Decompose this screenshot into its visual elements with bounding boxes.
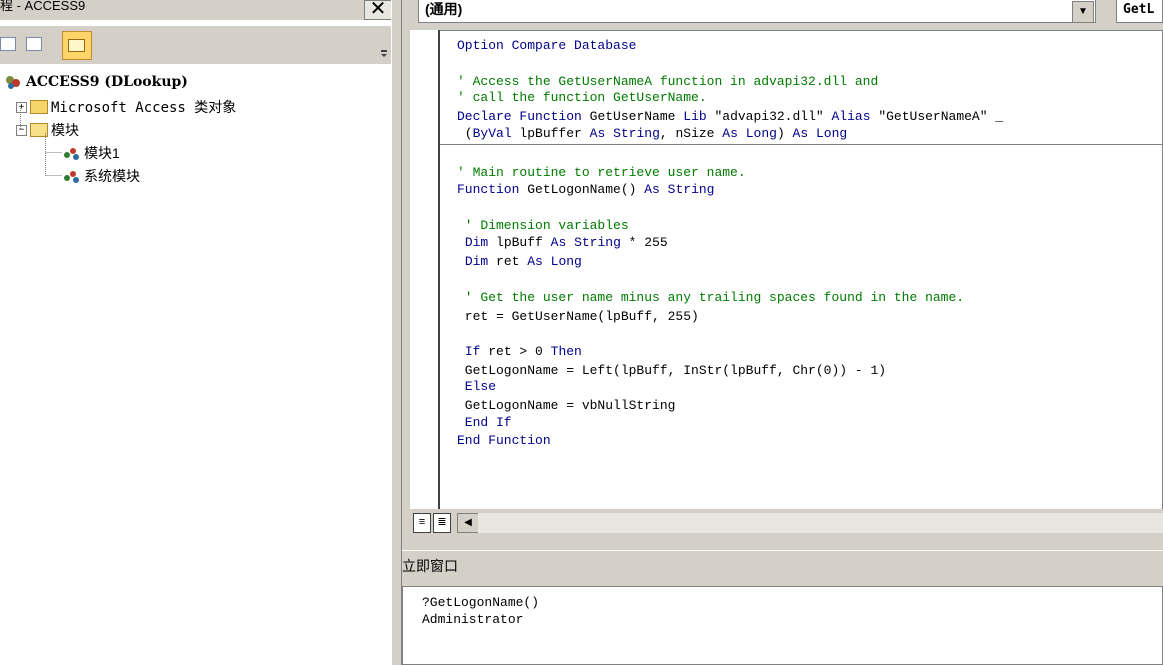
view-object-icon[interactable] bbox=[26, 37, 42, 51]
code-line: GetLogonName = Left(lpBuff, InStr(lpBuff… bbox=[457, 363, 887, 378]
immediate-window-titlebar bbox=[402, 550, 1163, 578]
chevron-down-icon[interactable]: ▼ bbox=[1072, 1, 1094, 23]
project-explorer-title: 程 - ACCESS9 bbox=[0, 0, 86, 13]
scroll-left-button[interactable]: ◀ bbox=[457, 513, 479, 533]
code-line: GetLogonName = vbNullString bbox=[457, 398, 676, 413]
project-icon bbox=[4, 74, 22, 90]
object-combobox[interactable]: (通用) bbox=[418, 0, 1096, 23]
folder-icon bbox=[68, 39, 85, 52]
close-project-explorer-button[interactable]: ✕ bbox=[364, 0, 392, 20]
tree-node-module2[interactable]: 系统模块 bbox=[64, 166, 140, 186]
code-line: ' call the function GetUserName. bbox=[457, 90, 707, 105]
code-line: ' Dimension variables bbox=[457, 218, 629, 233]
code-line: (ByVal lpBuffer As String, nSize As Long… bbox=[457, 126, 848, 141]
code-line: ' Get the user name minus any trailing s… bbox=[457, 290, 965, 305]
immediate-line: ?GetLogonName() bbox=[422, 595, 540, 610]
code-line: Function GetLogonName() As String bbox=[457, 182, 715, 197]
tree-module2-label: 系统模块 bbox=[84, 168, 140, 184]
procedure-combobox[interactable]: GetL bbox=[1116, 0, 1163, 23]
code-line: Dim lpBuff As String * 255 bbox=[464, 235, 668, 250]
module-icon bbox=[64, 146, 80, 160]
code-line: ' Main routine to retrieve user name. bbox=[457, 165, 746, 180]
code-line: Declare Function GetUserName Lib "advapi… bbox=[457, 109, 1004, 124]
code-margin-indicator-bar[interactable] bbox=[410, 30, 440, 510]
project-explorer-toolbar bbox=[0, 26, 391, 64]
toolbar-overflow-icon[interactable] bbox=[378, 38, 390, 60]
procedure-view-button[interactable]: ≡ bbox=[413, 513, 431, 533]
module-icon bbox=[64, 169, 80, 183]
tree-connector-lines bbox=[20, 108, 62, 176]
code-line: ' Access the GetUserNameA function in ad… bbox=[457, 74, 879, 89]
tree-class-objects-label: Microsoft Access 类对象 bbox=[51, 100, 237, 116]
code-line: End Function bbox=[457, 433, 551, 448]
code-line: Dim ret As Long bbox=[464, 254, 582, 269]
code-line: ret = GetUserName(lpBuff, 255) bbox=[457, 309, 699, 324]
view-code-icon[interactable] bbox=[0, 37, 16, 51]
code-line: Else bbox=[457, 379, 497, 394]
project-explorer-titlebar: 程 - ACCESS9 bbox=[0, 0, 391, 20]
tree-node-module1[interactable]: 模块1 bbox=[64, 143, 120, 163]
full-module-view-button[interactable]: ≣ bbox=[433, 513, 451, 533]
tree-node-root[interactable]: ACCESS9 (DLookup) bbox=[4, 72, 188, 92]
immediate-window-title: 立即窗口 bbox=[402, 558, 458, 574]
code-line: Option Compare Database bbox=[457, 38, 637, 53]
code-line: If ret > 0 Then bbox=[464, 344, 582, 359]
procedure-divider bbox=[440, 144, 1163, 145]
immediate-line: Administrator bbox=[422, 612, 524, 627]
code-line: End If bbox=[457, 415, 512, 430]
pane-splitter[interactable] bbox=[391, 0, 402, 665]
tree-module1-label: 模块1 bbox=[84, 145, 120, 161]
tree-root-label: ACCESS9 (DLookup) bbox=[26, 74, 188, 90]
horizontal-scrollbar[interactable] bbox=[478, 513, 1163, 533]
